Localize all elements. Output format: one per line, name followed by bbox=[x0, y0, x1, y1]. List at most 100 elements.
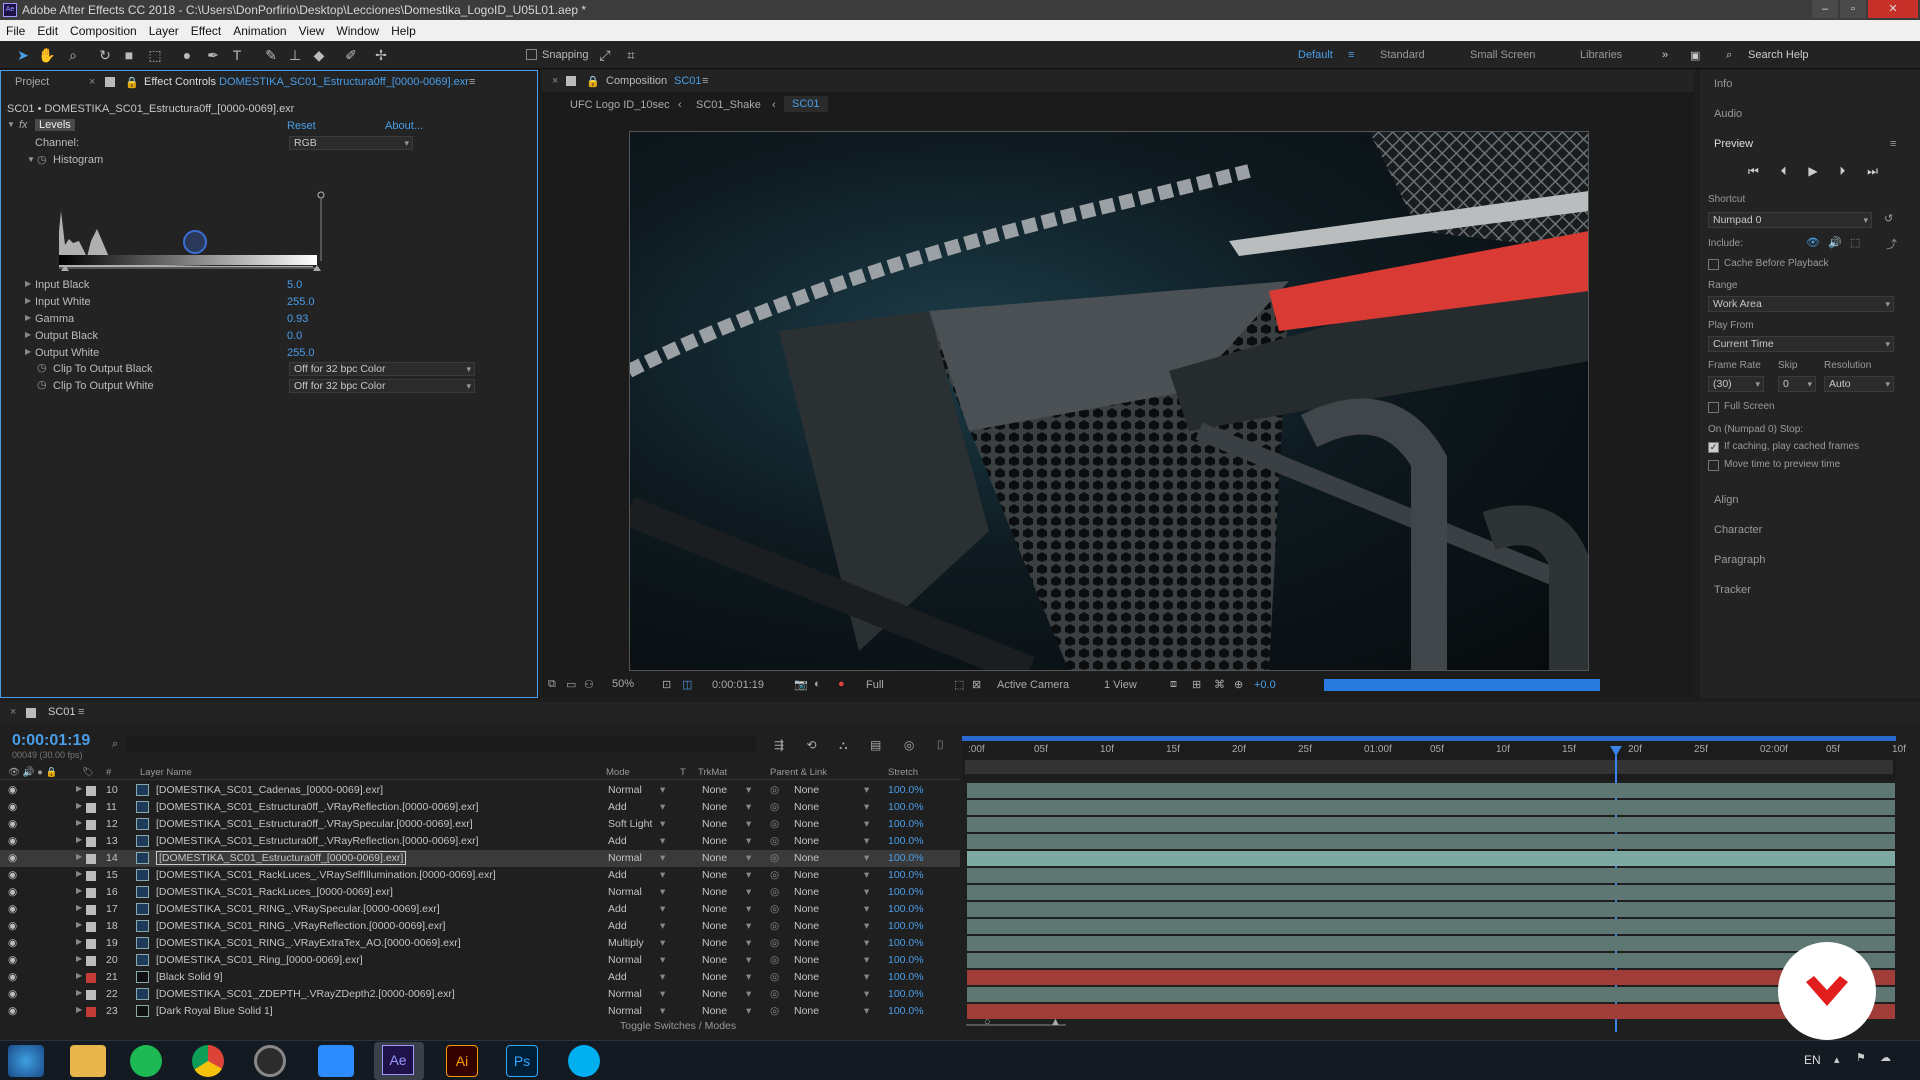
visibility-eye-icon[interactable]: ◉ bbox=[8, 835, 17, 847]
roto-brush-tool-icon[interactable]: ✐ bbox=[342, 46, 360, 64]
visibility-eye-icon[interactable]: ◉ bbox=[8, 801, 17, 813]
visibility-eye-icon[interactable]: ◉ bbox=[8, 988, 17, 1000]
eraser-tool-icon[interactable]: ◆ bbox=[310, 46, 328, 64]
visibility-eye-icon[interactable]: ◉ bbox=[8, 903, 17, 915]
zoom-slider-handle[interactable]: ○ bbox=[984, 1016, 991, 1028]
photoshop-icon[interactable]: Ps bbox=[506, 1045, 538, 1077]
output-gradient-bar[interactable] bbox=[59, 255, 317, 265]
close-tab-icon[interactable]: × bbox=[89, 76, 95, 88]
reset-exposure-icon[interactable]: ⊕ bbox=[1234, 678, 1243, 691]
trkmat-dropdown[interactable]: None bbox=[702, 1005, 727, 1017]
label-color-swatch[interactable] bbox=[86, 854, 96, 864]
layer-row[interactable]: ◉ ▶ 12 [DOMESTIKA_SC01_Estructura0ff_.VRayS… bbox=[0, 816, 960, 833]
layer-duration-bar[interactable] bbox=[967, 953, 1895, 968]
expand-layer-icon[interactable]: ▶ bbox=[76, 988, 82, 997]
layer-duration-bar[interactable] bbox=[967, 868, 1895, 883]
type-tool-icon[interactable]: T bbox=[228, 46, 246, 64]
first-frame-icon[interactable]: ⏮ bbox=[1748, 164, 1759, 179]
parent-dropdown[interactable]: None bbox=[794, 954, 819, 966]
stretch-value[interactable]: 100.0% bbox=[888, 886, 924, 898]
parent-dropdown[interactable]: None bbox=[794, 852, 819, 864]
trkmat-dropdown[interactable]: None bbox=[702, 920, 727, 932]
trkmat-dropdown[interactable]: None bbox=[702, 869, 727, 881]
input-black-value[interactable]: 5.0 bbox=[287, 279, 302, 291]
pick-whip-icon[interactable]: ◎ bbox=[770, 869, 779, 881]
parent-dropdown[interactable]: None bbox=[794, 1005, 819, 1017]
expand-histogram-icon[interactable]: ▼ bbox=[27, 155, 35, 164]
pick-whip-icon[interactable]: ◎ bbox=[770, 954, 779, 966]
skype-icon[interactable] bbox=[568, 1045, 600, 1077]
panel-menu-icon[interactable]: ≡ bbox=[78, 706, 84, 718]
layer-row[interactable]: ◉ ▶ 16 [DOMESTIKA_SC01_RackLuces_[0000-0069… bbox=[0, 884, 960, 901]
tab-project[interactable]: Project bbox=[15, 76, 49, 88]
blend-mode-dropdown[interactable]: Normal bbox=[608, 1005, 642, 1017]
label-color-swatch[interactable] bbox=[86, 1007, 96, 1017]
pen-tool-icon[interactable]: ✒ bbox=[204, 46, 222, 64]
expand-layer-icon[interactable]: ▶ bbox=[76, 869, 82, 878]
parent-dropdown[interactable]: None bbox=[794, 818, 819, 830]
layer-row[interactable]: ◉ ▶ 17 [DOMESTIKA_SC01_RING_.VRaySpecular.[… bbox=[0, 901, 960, 918]
menu-layer[interactable]: Layer bbox=[143, 24, 185, 38]
comp-flowchart-icon[interactable]: ⇶ bbox=[774, 738, 784, 753]
pick-whip-icon[interactable]: ◎ bbox=[770, 835, 779, 847]
zoom-in-icon[interactable]: ▲ bbox=[1050, 1016, 1061, 1028]
reset-shortcut-icon[interactable]: ↺ bbox=[1884, 212, 1893, 225]
frame-rate-dropdown[interactable]: (30) bbox=[1708, 376, 1764, 392]
fast-previews-icon[interactable]: ⧈ bbox=[1170, 678, 1177, 691]
layer-duration-bar[interactable] bbox=[967, 885, 1895, 900]
play-from-dropdown[interactable]: Current Time bbox=[1708, 336, 1894, 352]
label-color-swatch[interactable] bbox=[86, 990, 96, 1000]
layer-row[interactable]: ◉ ▶ 11 [DOMESTIKA_SC01_Estructura0ff_.VRayR… bbox=[0, 799, 960, 816]
av-features-icon[interactable]: 👁 🔊 ● 🔒 bbox=[8, 767, 57, 778]
parent-dropdown[interactable]: None bbox=[794, 835, 819, 847]
gamma-row[interactable]: ▶ Gamma 0.93 bbox=[1, 311, 531, 328]
after-effects-taskbar-button[interactable]: Ae bbox=[374, 1042, 424, 1080]
layer-duration-bar[interactable] bbox=[967, 936, 1895, 951]
tray-expand-icon[interactable]: ▴ bbox=[1834, 1053, 1840, 1066]
previous-frame-icon[interactable]: ⏴ bbox=[1781, 164, 1787, 179]
gamma-slider-handle[interactable] bbox=[183, 230, 207, 254]
stretch-value[interactable]: 100.0% bbox=[888, 869, 924, 881]
paragraph-panel-header[interactable]: Paragraph bbox=[1714, 554, 1765, 566]
snapping-checkbox[interactable] bbox=[526, 49, 537, 60]
toggle-switches-modes[interactable]: Toggle Switches / Modes bbox=[620, 1020, 736, 1032]
output-black-value[interactable]: 0.0 bbox=[287, 330, 302, 342]
if-caching-checkbox[interactable]: ✓ bbox=[1708, 442, 1719, 453]
character-panel-header[interactable]: Character bbox=[1714, 524, 1762, 536]
blend-mode-dropdown[interactable]: Normal bbox=[608, 784, 642, 796]
monitor-icon[interactable]: ▭ bbox=[566, 678, 576, 691]
menu-composition[interactable]: Composition bbox=[64, 24, 143, 38]
layer-name[interactable]: [DOMESTIKA_SC01_Estructura0ff_[0000-0069… bbox=[156, 851, 407, 865]
safe-zones-icon[interactable]: ⊡ bbox=[662, 678, 671, 691]
layer-duration-bar[interactable] bbox=[967, 902, 1895, 917]
next-frame-icon[interactable]: ⏵ bbox=[1839, 164, 1845, 179]
tab-effect-controls[interactable]: Effect Controls bbox=[144, 76, 216, 88]
stretch-value[interactable]: 100.0% bbox=[888, 971, 924, 983]
layer-name[interactable]: [DOMESTIKA_SC01_ZDEPTH_.VRayZDepth2.[000… bbox=[156, 988, 455, 1000]
label-color-swatch[interactable] bbox=[86, 786, 96, 796]
layer-name[interactable]: [Dark Royal Blue Solid 1] bbox=[156, 1005, 273, 1017]
workspace-default[interactable]: Default bbox=[1298, 49, 1333, 61]
language-indicator[interactable]: EN bbox=[1804, 1053, 1821, 1067]
work-area-bar[interactable] bbox=[962, 736, 1896, 741]
layer-row[interactable]: ◉ ▶ 18 [DOMESTIKA_SC01_RING_.VRayReflection… bbox=[0, 918, 960, 935]
clone-stamp-tool-icon[interactable]: ⊥ bbox=[286, 46, 304, 64]
blend-mode-dropdown[interactable]: Add bbox=[608, 835, 627, 847]
panel-menu-icon[interactable]: ≡ bbox=[702, 75, 708, 87]
visibility-eye-icon[interactable]: ◉ bbox=[8, 818, 17, 830]
parent-dropdown[interactable]: None bbox=[794, 903, 819, 915]
channel-dropdown[interactable]: RGB bbox=[289, 136, 413, 150]
stretch-value[interactable]: 100.0% bbox=[888, 954, 924, 966]
visibility-eye-icon[interactable]: ◉ bbox=[8, 886, 17, 898]
layer-row[interactable]: ◉ ▶ 21 [Black Solid 9] Add ▾ None ▾ ◎ None ▾ 100.0% bbox=[0, 969, 960, 986]
expand-layer-icon[interactable]: ▶ bbox=[76, 818, 82, 827]
ellipse-tool-icon[interactable]: ● bbox=[178, 46, 196, 64]
crumb-ufc-logo[interactable]: UFC Logo ID_10sec bbox=[570, 99, 670, 111]
search-help-input[interactable]: Search Help bbox=[1748, 49, 1809, 61]
effect-layer-name[interactable]: DOMESTIKA_SC01_Estructura0ff_[0000-0069]… bbox=[219, 76, 469, 88]
input-black-row[interactable]: ▶ Input Black 5.0 bbox=[1, 277, 531, 294]
blend-mode-dropdown[interactable]: Normal bbox=[608, 954, 642, 966]
minimize-button[interactable]: – bbox=[1812, 0, 1838, 18]
expand-layer-icon[interactable]: ▶ bbox=[76, 835, 82, 844]
layer-duration-bar[interactable] bbox=[967, 783, 1895, 798]
